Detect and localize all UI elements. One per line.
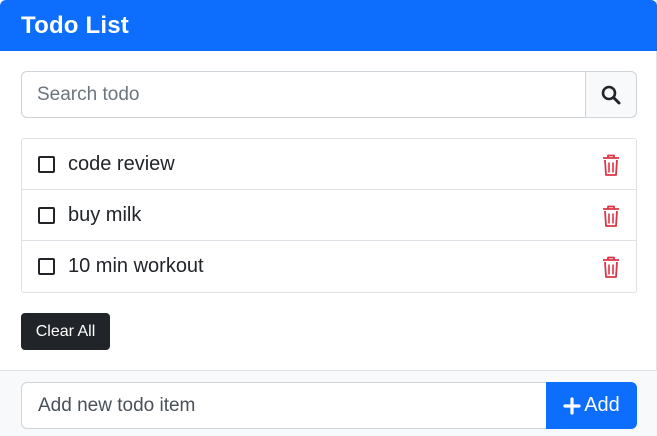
trash-icon[interactable] <box>601 204 621 228</box>
card-footer: Add <box>0 370 657 436</box>
search-icon <box>601 85 621 104</box>
search-button[interactable] <box>585 71 637 118</box>
page-title: Todo List <box>21 11 129 39</box>
todo-card: Todo List code review buy milk <box>0 0 657 436</box>
plus-icon <box>563 396 581 415</box>
todo-text: buy milk <box>68 203 142 226</box>
clear-all-button[interactable]: Clear All <box>21 313 110 350</box>
search-input[interactable] <box>21 71 585 118</box>
card-header: Todo List <box>0 0 657 51</box>
todo-checkbox[interactable] <box>38 155 55 173</box>
add-todo-group: Add <box>21 382 637 429</box>
todo-checkbox[interactable] <box>38 206 55 224</box>
trash-icon[interactable] <box>601 153 621 177</box>
todo-item: code review <box>22 139 636 190</box>
todo-item: buy milk <box>22 190 636 241</box>
todo-list: code review buy milk 10 min workout <box>21 138 637 293</box>
todo-item: 10 min workout <box>22 241 636 292</box>
todo-checkbox[interactable] <box>38 258 55 275</box>
todo-text: code review <box>68 152 175 175</box>
trash-icon[interactable] <box>601 255 621 279</box>
add-button[interactable]: Add <box>546 382 637 429</box>
search-group <box>21 71 637 118</box>
add-button-label: Add <box>584 394 620 416</box>
todo-text: 10 min workout <box>68 255 204 277</box>
add-todo-input[interactable] <box>21 382 546 429</box>
